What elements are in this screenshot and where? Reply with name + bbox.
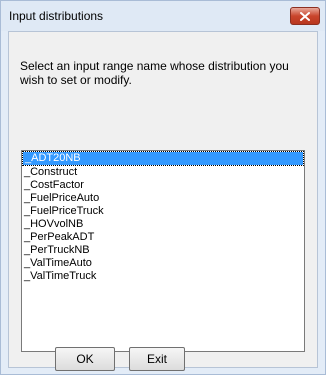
window-title: Input distributions — [9, 9, 104, 23]
list-item[interactable]: _HOVvolNB — [22, 218, 304, 231]
title-bar[interactable]: Input distributions — [1, 1, 325, 31]
instructions-text: Select an input range name whose distrib… — [20, 59, 289, 87]
list-item[interactable]: _FuelPriceAuto — [22, 192, 304, 205]
close-button[interactable] — [290, 7, 320, 25]
range-name-listbox[interactable]: _ADT20NB _Construct _CostFactor _FuelPri… — [21, 150, 305, 352]
list-item[interactable]: _FuelPriceTruck — [22, 205, 304, 218]
dialog-window: Input distributions Select an input rang… — [0, 0, 326, 375]
list-item[interactable]: _PerTruckNB — [22, 244, 304, 257]
close-icon — [300, 11, 310, 21]
list-item[interactable]: _PerPeakADT — [22, 231, 304, 244]
list-item[interactable]: _Construct — [22, 166, 304, 179]
exit-button[interactable]: Exit — [129, 347, 185, 371]
list-item[interactable]: _ValTimeTruck — [22, 270, 304, 283]
list-item[interactable]: _CostFactor — [22, 179, 304, 192]
list-item[interactable]: _ValTimeAuto — [22, 257, 304, 270]
ok-button[interactable]: OK — [55, 347, 115, 371]
dialog-body: Select an input range name whose distrib… — [8, 31, 318, 371]
list-item[interactable]: _ADT20NB — [22, 151, 304, 166]
